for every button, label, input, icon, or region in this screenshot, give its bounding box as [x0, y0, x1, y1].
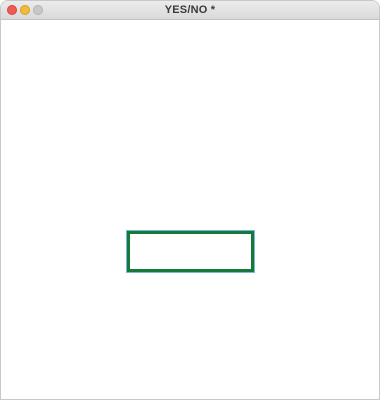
title-bar[interactable]: YES/NO *	[1, 1, 379, 20]
canvas-area	[1, 20, 379, 399]
app-window: YES/NO *	[0, 0, 380, 400]
window-title: YES/NO *	[164, 4, 216, 16]
answer-box[interactable]	[126, 230, 255, 273]
